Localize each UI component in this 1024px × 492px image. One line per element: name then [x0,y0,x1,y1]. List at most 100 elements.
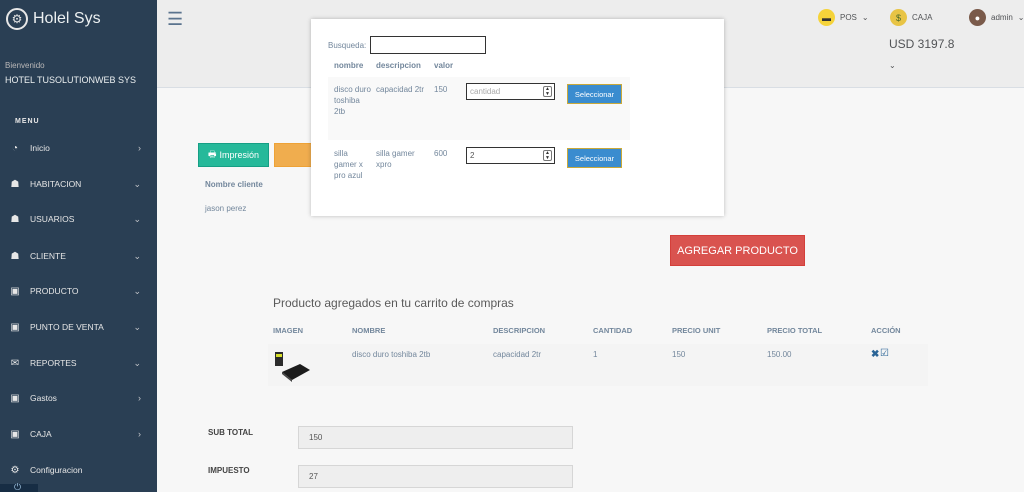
row-valor: 600 [434,149,448,158]
spinner-icon[interactable]: ▲ ▼ [543,150,552,161]
cart-cell-precio-total: 150.00 [767,350,792,359]
gear-icon: ⚙ [10,464,20,476]
balance: USD 3197.8 [889,37,955,51]
user-name: HOTEL TUSOLUTIONWEB SYS [5,75,137,85]
sidebar-item-reportes[interactable]: ✉ REPORTES ⌄ [0,352,157,374]
sidebar: ⚙ Holel Sys Bienvenido HOTEL TUSOLUTIONW… [0,0,157,492]
quantity-placeholder: cantidad [470,87,501,96]
row-nombre: disco duro toshiba 2tb [334,85,371,116]
sidebar-item-label: CAJA [30,429,52,439]
cart-header-cantidad: CANTIDAD [593,326,633,335]
sidebar-item-usuarios[interactable]: ☗ USUARIOS ⌄ [0,208,157,230]
brand[interactable]: ⚙ Holel Sys [6,7,101,31]
sidebar-item-producto[interactable]: ▣ PRODUCTO ⌄ [0,280,157,302]
chevron-down-icon: ⌄ [133,357,141,368]
cart-cell-precio-unit: 150 [672,350,686,359]
envelope-icon: ✉ [10,357,20,369]
cart-header-descripcion: DESCRIPCION [493,326,546,335]
pos-menu[interactable]: ▬ POS ⌄ [818,9,869,26]
spinner-icon[interactable]: ▲ ▼ [543,86,552,97]
user-icon: ☗ [10,250,20,262]
caja-menu[interactable]: $ CAJA [890,9,932,26]
impuesto-label: IMPUESTO [208,466,250,475]
sidebar-item-label: Gastos [30,393,57,403]
row-nombre: silla gamer x pro azul [334,149,363,180]
col-header-valor: valor [434,61,454,70]
user-icon: ☗ [10,213,20,225]
menu-header: MENU [15,118,40,125]
cart-cell-nombre: disco duro toshiba 2tb [352,350,431,359]
quantity-value: 2 [470,151,475,160]
cart-title: Producto agregados en tu carrito de comp… [273,296,514,310]
cart-header-precio-unit: PRECIO UNIT [672,326,721,335]
search-label: Busqueda: [328,41,367,50]
chevron-down-icon: ⌄ [133,213,141,224]
quantity-stepper[interactable]: cantidad ▲ ▼ [466,83,555,100]
quantity-stepper[interactable]: 2 ▲ ▼ [466,147,555,164]
subtotal-label: SUB TOTAL [208,428,254,437]
print-icon: 🖶 [207,149,217,159]
sidebar-footer: ⏻ [0,482,38,492]
sidebar-item-inicio[interactable]: ◔ Inicio › [0,137,157,159]
print-button[interactable]: 🖶 Impresión [198,143,269,167]
add-product-button[interactable]: AGREGAR PRODUCTO [670,235,805,266]
remove-icon[interactable]: ✖ [871,349,879,360]
row-valor: 150 [434,85,448,94]
admin-label: admin [991,13,1013,22]
chevron-right-icon: › [138,429,141,439]
money-icon: ▣ [10,285,20,297]
product-image [275,352,310,382]
product-search-modal: Busqueda: nombre descripcion valor disco… [311,19,724,216]
row-descripcion: silla gamer xpro [376,149,415,169]
user-menu[interactable]: ● admin ⌄ [969,9,1024,26]
table-row: silla gamer x pro azul silla gamer xpro … [328,140,630,190]
caja-label: CAJA [912,13,933,22]
col-header-descripcion: descripcion [376,61,421,70]
menu-toggle-icon[interactable]: ☰ [167,9,183,30]
chevron-down-icon: ⌄ [133,285,141,296]
money-bag-icon: $ [890,9,907,26]
chevron-down-icon: ⌄ [133,321,141,332]
sidebar-item-configuracion[interactable]: ⚙ Configuracion [0,459,157,481]
cart-header-imagen: IMAGEN [273,326,303,335]
cart-header-nombre: NOMBRE [352,326,386,335]
chevron-down-icon[interactable]: ⌄ [889,61,896,70]
chevron-down-icon: ⌄ [133,178,141,189]
cart-header-precio-total: PRECIO TOTAL [767,326,823,335]
chevron-down-icon: ⌄ [861,13,869,22]
sidebar-item-label: PUNTO DE VENTA [30,322,104,332]
user-icon: ☗ [10,178,20,190]
sidebar-item-gastos[interactable]: ▣ Gastos › [0,387,157,409]
sidebar-item-caja[interactable]: ▣ CAJA › [0,423,157,445]
sidebar-item-habitacion[interactable]: ☗ HABITACION ⌄ [0,173,157,195]
avatar: ● [969,9,986,26]
app-title: Holel Sys [33,10,101,27]
money-icon: ▣ [10,428,20,440]
sidebar-item-label: PRODUCTO [30,286,79,296]
sidebar-item-label: Configuracion [30,465,83,475]
cart-cell-cantidad: 1 [593,350,598,359]
chevron-right-icon: › [138,393,141,403]
client-name: jason perez [205,204,247,213]
cart-header-accion: ACCIÓN [871,326,901,335]
sidebar-item-punto-de-venta[interactable]: ▣ PUNTO DE VENTA ⌄ [0,316,157,338]
sidebar-item-cliente[interactable]: ☗ CLIENTE ⌄ [0,245,157,267]
pos-label: POS [840,13,857,22]
orange-button[interactable] [274,143,314,167]
sidebar-item-label: USUARIOS [30,214,75,224]
impuesto-field: 27 [298,465,573,488]
money-icon: ▣ [10,392,20,404]
edit-icon[interactable]: ☑ [880,348,889,359]
power-icon[interactable]: ⏻ [14,482,21,492]
print-label: Impresión [219,150,259,160]
select-button[interactable]: Seleccionar [567,84,622,104]
search-input[interactable] [370,36,486,54]
row-descripcion: capacidad 2tr [376,85,425,94]
sidebar-item-label: REPORTES [30,358,77,368]
welcome-text: Bienvenido [5,61,45,70]
table-row: disco duro toshiba 2tb capacidad 2tr 150… [328,77,630,140]
select-button[interactable]: Seleccionar [567,148,622,168]
cart-cell-descripcion: capacidad 2tr [493,350,542,359]
dashboard-icon: ◔ [11,142,19,154]
col-header-nombre: nombre [334,61,364,70]
